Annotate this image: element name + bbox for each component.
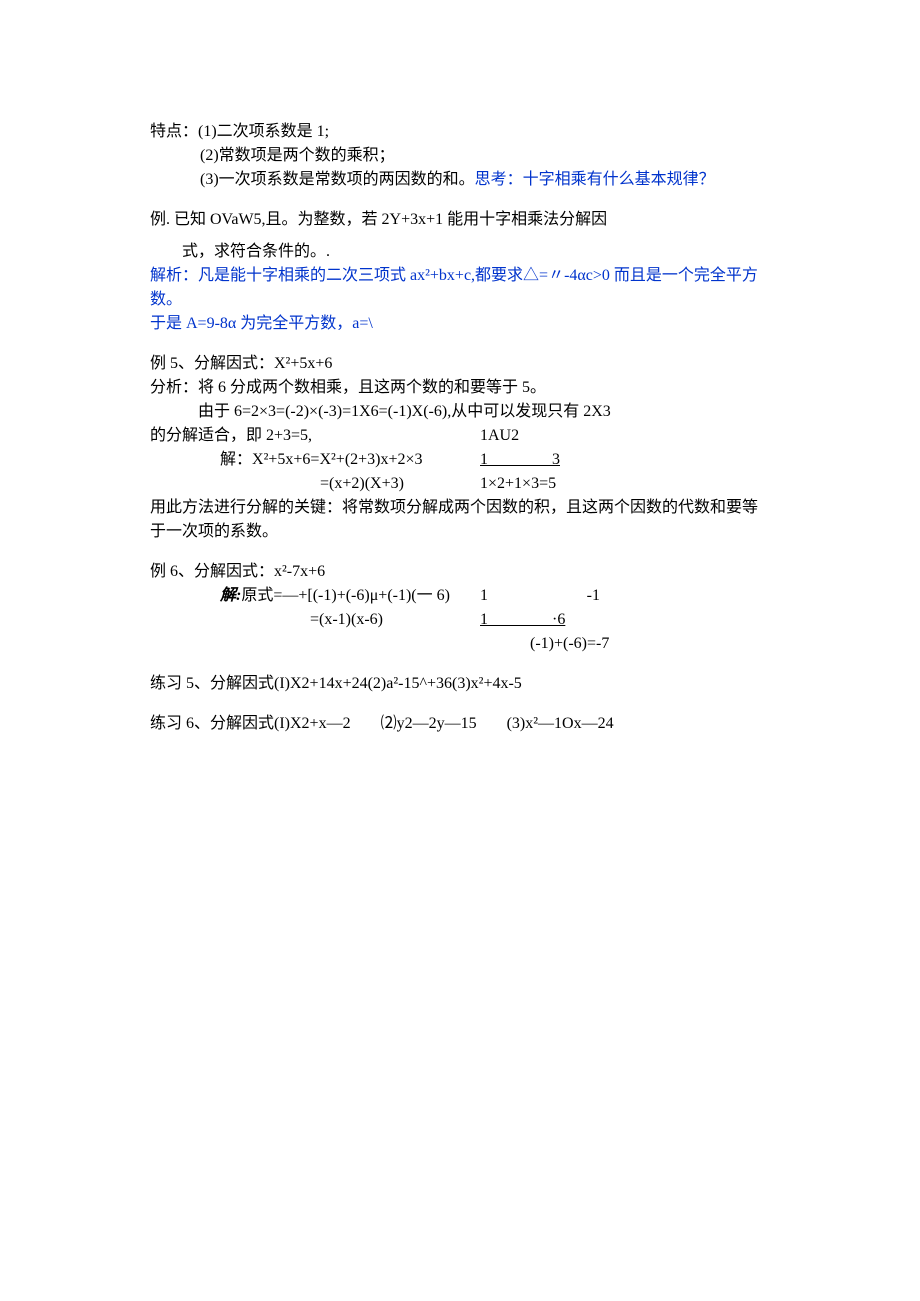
solve-label: 解： <box>220 451 252 468</box>
example-known: 例. 已知 OVaW5,且。为整数，若 2Y+3x+1 能用十字相乘法分解因 式… <box>150 208 770 336</box>
solve-label-6: 解: <box>220 587 241 604</box>
example6-title: 例 6、分解因式：x²-7x+6 <box>150 560 770 584</box>
practice6: 练习 6、分解因式(I)X2+x—2 ⑵y2—2y—15 (3)x²—1Ox—2… <box>150 712 770 736</box>
feature-3: (3)一次项系数是常数项的两因数的和。思考：十字相乘有什么基本规律？ <box>150 168 770 192</box>
example5-title: 例 5、分解因式：X²+5x+6 <box>150 352 770 376</box>
example5-analysis3-row: 的分解适合，即 2+3=5, 1AU2 <box>150 424 770 448</box>
practice5: 练习 5、分解因式(I)X2+14x+24(2)a²-15^+36(3)x²+4… <box>150 672 770 696</box>
example5-eq1-left-text: X²+5x+6=X²+(2+3)x+2×3 <box>252 451 423 468</box>
example-known-analysis2: 于是 A=9-8α 为完全平方数，a=\ <box>150 312 770 336</box>
example5-eq2: =(x+2)(X+3) 1×2+1×3=5 <box>150 472 770 496</box>
feature-2: (2)常数项是两个数的乘积； <box>150 144 770 168</box>
features-block: 特点：(1)二次项系数是 1; (2)常数项是两个数的乘积； (3)一次项系数是… <box>150 120 770 192</box>
example5-analysis3: 的分解适合，即 2+3=5, <box>150 424 480 448</box>
example6: 例 6、分解因式：x²-7x+6 解:原式=—+[(-1)+(-6)μ+(-1)… <box>150 560 770 656</box>
example6-eq1-right-b: -1 <box>587 584 600 608</box>
example5-cross-r1: 1AU2 <box>480 424 680 448</box>
example-known-line2: 式，求符合条件的。. <box>150 240 770 264</box>
example6-eq3-right: (-1)+(-6)=-7 <box>150 632 770 656</box>
example5-eq2-left: =(x+2)(X+3) <box>320 472 480 496</box>
feature-3-text: (3)一次项系数是常数项的两因数的和。 <box>200 171 475 188</box>
example6-eq2-right: 1________·6 <box>480 608 620 632</box>
example5-eq1-left: 解：X²+5x+6=X²+(2+3)x+2×3 <box>220 448 480 472</box>
example6-eq1: 解:原式=—+[(-1)+(-6)μ+(-1)(一 6) 1 -1 <box>150 584 770 608</box>
practice5-text: 练习 5、分解因式(I)X2+14x+24(2)a²-15^+36(3)x²+4… <box>150 675 522 692</box>
feature-1: 特点：(1)二次项系数是 1; <box>150 120 770 144</box>
example5-eq1-right: 1________3 <box>480 448 680 472</box>
example6-eq1-right: 1 -1 <box>480 584 600 608</box>
example5-conclusion: 用此方法进行分解的关键：将常数项分解成两个因数的积，且这两个因数的代数和要等于一… <box>150 496 770 544</box>
example5-eq2-right: 1×2+1×3=5 <box>480 472 680 496</box>
example6-eq1-right-a: 1 <box>480 584 488 608</box>
example6-eq2-left: =(x-1)(x-6) <box>310 608 480 632</box>
practice6-1: 练习 6、分解因式(I)X2+x—2 <box>150 712 351 736</box>
feature-3-think: 思考：十字相乘有什么基本规律？ <box>475 171 715 188</box>
example6-eq1-left: 解:原式=—+[(-1)+(-6)μ+(-1)(一 6) <box>220 584 480 608</box>
example6-eq2: =(x-1)(x-6) 1________·6 <box>150 608 770 632</box>
example5-eq1: 解：X²+5x+6=X²+(2+3)x+2×3 1________3 <box>150 448 770 472</box>
example6-eq1-left-text: 原式=—+[(-1)+(-6)μ+(-1)(一 6) <box>241 587 450 604</box>
example-known-line1: 例. 已知 OVaW5,且。为整数，若 2Y+3x+1 能用十字相乘法分解因 <box>150 208 770 232</box>
practice6-3: (3)x²—1Ox—24 <box>507 712 614 736</box>
example-known-analysis1: 解析：凡是能十字相乘的二次三项式 ax²+bx+c,都要求△=〃-4αc>0 而… <box>150 264 770 312</box>
example5-analysis1: 分析：将 6 分成两个数相乘，且这两个数的和要等于 5。 <box>150 376 770 400</box>
practice6-2: ⑵y2—2y—15 <box>381 712 477 736</box>
example5-analysis2: 由于 6=2×3=(-2)×(-3)=1X6=(-1)X(-6),从中可以发现只… <box>150 400 770 424</box>
example5: 例 5、分解因式：X²+5x+6 分析：将 6 分成两个数相乘，且这两个数的和要… <box>150 352 770 544</box>
